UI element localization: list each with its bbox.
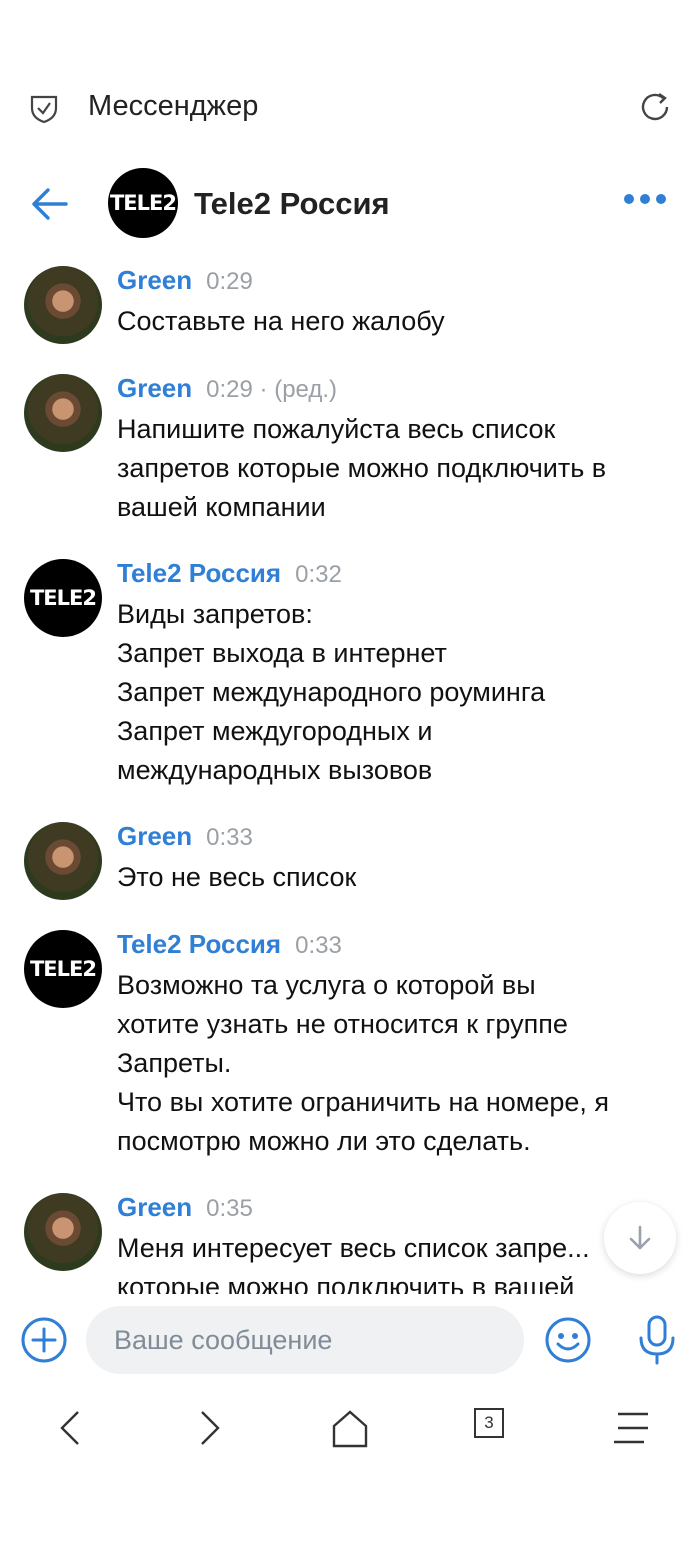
reload-icon[interactable] [638,90,672,124]
message-time: 0:32 [295,561,342,588]
more-options-icon[interactable] [624,194,666,204]
emoji-icon[interactable] [544,1316,592,1364]
message-text: Возможно та услуга о которой вы хотите у… [117,970,610,1156]
shield-check-icon[interactable] [28,92,60,124]
composer [0,1300,700,1380]
user-avatar[interactable] [24,374,102,452]
message-text: Это не весь список [117,862,357,892]
chat-header: TELE2 Tele2 Россия [0,160,700,250]
nav-back-icon[interactable] [50,1408,90,1448]
message-author[interactable]: Tele2 Россия [117,558,281,588]
user-avatar[interactable] [24,822,102,900]
message-item: Green 0:33 Это не весь список [0,818,700,900]
message-time: 0:33 [295,932,342,959]
browser-nav-bar: 3 [0,1390,700,1464]
message-item: Green 0:29 · (ред.) Напишите пожалуйста в… [0,370,700,527]
message-text: Составьте на него жалобу [117,306,445,336]
message-item: TELE2 Tele2 Россия 0:32 Виды запретов: За… [0,555,700,790]
message-text: Напишите пожалуйста весь список запретов… [117,414,607,522]
add-attachment-icon[interactable] [20,1316,68,1364]
message-item: Green 0:29 Составьте на него жалобу [0,262,700,344]
microphone-icon[interactable] [634,1314,680,1366]
message-author[interactable]: Green [117,1192,192,1222]
tabs-button[interactable]: 3 [474,1408,514,1448]
nav-forward-icon[interactable] [190,1408,230,1448]
message-author[interactable]: Green [117,821,192,851]
message-text: Виды запретов: Запрет выхода в интернет … [117,599,546,785]
back-arrow-icon[interactable] [30,186,70,222]
message-time: 0:33 [206,824,253,851]
tabs-count: 3 [474,1408,504,1438]
user-avatar[interactable] [24,1193,102,1271]
message-item: TELE2 Tele2 Россия 0:33 Возможно та услуг… [0,926,700,1161]
chat-avatar[interactable]: TELE2 [108,168,178,238]
message-input[interactable] [86,1306,524,1374]
message-time: 0:29 · (ред.) [206,376,338,403]
menu-icon[interactable] [612,1408,652,1448]
message-author[interactable]: Green [117,373,192,403]
home-icon[interactable] [330,1408,370,1448]
message-author[interactable]: Green [117,265,192,295]
message-list[interactable]: Green 0:29 Составьте на него жалобу Green… [0,262,700,1294]
message-author[interactable]: Tele2 Россия [117,929,281,959]
message-time: 0:29 [206,268,253,295]
tele2-avatar[interactable]: TELE2 [24,559,102,637]
browser-title: Мессенджер [88,90,259,122]
message-item: Green 0:35 Меня интересует весь список за… [0,1189,700,1294]
arrow-down-icon [629,1225,651,1250]
user-avatar[interactable] [24,266,102,344]
chat-name[interactable]: Tele2 Россия [194,186,390,222]
scroll-down-button[interactable] [604,1202,676,1274]
browser-bar: Мессенджер [0,70,700,146]
message-time: 0:35 [206,1195,253,1222]
tele2-avatar[interactable]: TELE2 [24,930,102,1008]
